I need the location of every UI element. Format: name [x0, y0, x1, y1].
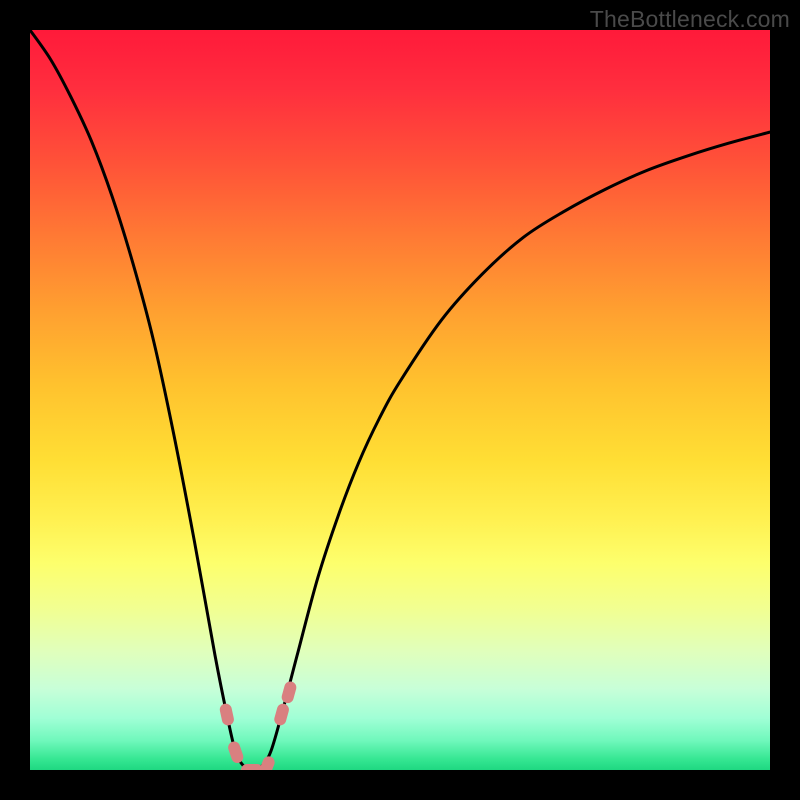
marker-pill-left-upper — [219, 702, 235, 726]
watermark-text: TheBottleneck.com — [590, 6, 790, 33]
marker-pill-right-lower — [273, 702, 290, 726]
bottleneck-curve — [30, 30, 770, 770]
marker-pill-left-lower — [227, 740, 245, 765]
chart-svg — [30, 30, 770, 770]
chart-frame: TheBottleneck.com — [0, 0, 800, 800]
marker-pill-right-upper — [280, 680, 297, 704]
plot-area — [30, 30, 770, 770]
